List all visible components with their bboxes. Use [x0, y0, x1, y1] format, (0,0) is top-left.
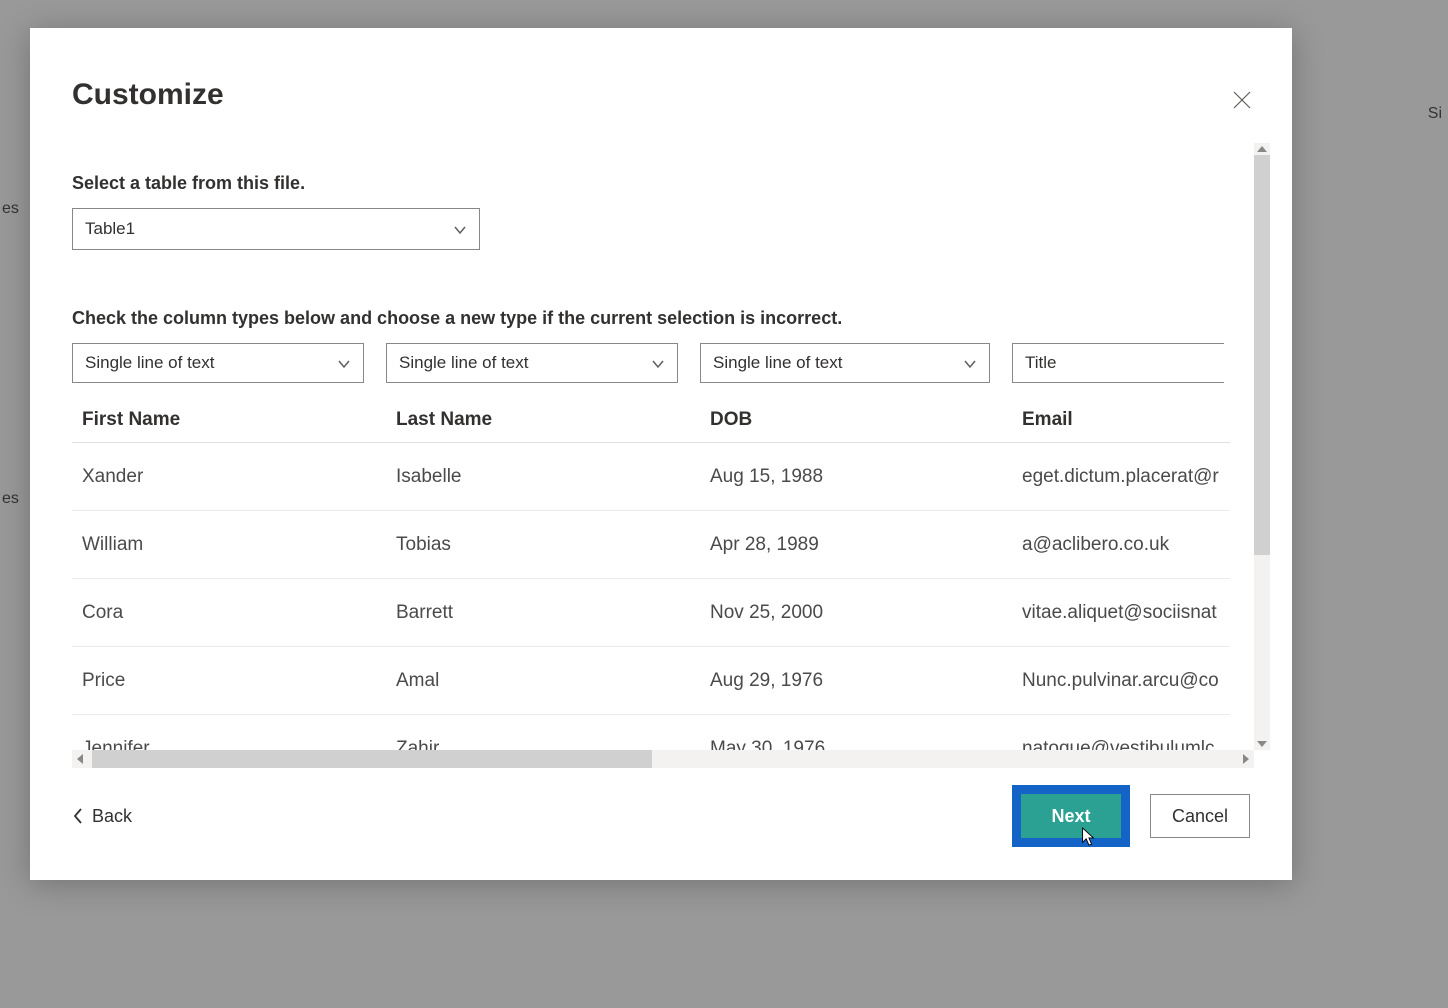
dialog-body-scroll: Select a table from this file. Table1 Ch… [72, 143, 1270, 750]
scroll-left-arrow-icon [77, 754, 83, 764]
chevron-down-icon [651, 356, 665, 370]
dialog-title: Customize [72, 78, 1250, 112]
background-text-fragment: es [2, 200, 19, 218]
column-header-email: Email [1012, 409, 1230, 431]
column-type-dropdown-2[interactable]: Single line of text [386, 343, 678, 383]
back-button-label: Back [92, 806, 132, 827]
column-type-row: Single line of text Single line of text … [72, 343, 1230, 383]
cell-first-name: Xander [72, 466, 386, 488]
cell-first-name: Jennifer [72, 738, 386, 750]
customize-dialog: Customize Select a table from this file.… [30, 28, 1292, 880]
column-header-dob: DOB [700, 409, 1012, 431]
vertical-scrollbar-thumb[interactable] [1254, 155, 1270, 555]
next-button-label: Next [1051, 806, 1090, 827]
cell-first-name: Cora [72, 602, 386, 624]
column-type-dropdown-3[interactable]: Single line of text [700, 343, 990, 383]
close-icon [1230, 88, 1254, 112]
column-type-value: Single line of text [85, 353, 214, 373]
column-header-first-name: First Name [72, 409, 386, 431]
cell-first-name: William [72, 534, 386, 556]
cell-email: Nunc.pulvinar.arcu@co [1012, 670, 1230, 692]
vertical-scrollbar[interactable] [1254, 143, 1270, 750]
cell-last-name: Amal [386, 670, 700, 692]
dialog-footer: Back Next Cancel [72, 794, 1250, 838]
cell-email: a@aclibero.co.uk [1012, 534, 1230, 556]
background-text-fragment: Si [1428, 105, 1442, 123]
horizontal-scrollbar-thumb[interactable] [92, 750, 652, 768]
cell-dob: Aug 29, 1976 [700, 670, 1012, 692]
table-row: Cora Barrett Nov 25, 2000 vitae.aliquet@… [72, 579, 1230, 647]
cell-last-name: Zahir [386, 738, 700, 750]
table-select-dropdown[interactable]: Table1 [72, 208, 480, 250]
table-header-row: First Name Last Name DOB Email [72, 397, 1230, 443]
cell-dob: May 30, 1976 [700, 738, 1012, 750]
table-select-value: Table1 [85, 219, 135, 239]
cell-email: natoque@vestibulumlc [1012, 738, 1230, 750]
chevron-left-icon [72, 807, 84, 825]
next-button-highlight: Next [1012, 785, 1130, 847]
column-type-label: Check the column types below and choose … [72, 308, 1270, 329]
cell-dob: Nov 25, 2000 [700, 602, 1012, 624]
chevron-down-icon [337, 356, 351, 370]
scroll-right-arrow-icon [1243, 754, 1249, 764]
scroll-up-arrow-icon [1257, 146, 1267, 152]
table-row: William Tobias Apr 28, 1989 a@aclibero.c… [72, 511, 1230, 579]
cell-first-name: Price [72, 670, 386, 692]
cell-dob: Aug 15, 1988 [700, 466, 1012, 488]
horizontal-scrollbar[interactable] [72, 750, 1254, 768]
cell-last-name: Isabelle [386, 466, 700, 488]
table-row: Price Amal Aug 29, 1976 Nunc.pulvinar.ar… [72, 647, 1230, 715]
cancel-button-label: Cancel [1172, 806, 1228, 827]
column-type-value: Single line of text [713, 353, 842, 373]
table-row: Jennifer Zahir May 30, 1976 natoque@vest… [72, 715, 1230, 750]
column-type-dropdown-1[interactable]: Single line of text [72, 343, 364, 383]
cell-email: eget.dictum.placerat@r [1012, 466, 1230, 488]
chevron-down-icon [963, 356, 977, 370]
column-type-value: Single line of text [399, 353, 528, 373]
preview-grid: Single line of text Single line of text … [72, 343, 1270, 750]
scroll-down-arrow-icon [1257, 741, 1267, 747]
cell-last-name: Tobias [386, 534, 700, 556]
cancel-button[interactable]: Cancel [1150, 794, 1250, 838]
table-row: Xander Isabelle Aug 15, 1988 eget.dictum… [72, 443, 1230, 511]
mouse-cursor-icon [1079, 826, 1097, 848]
column-header-last-name: Last Name [386, 409, 700, 431]
chevron-down-icon [453, 222, 467, 236]
background-text-fragment: es [2, 490, 19, 508]
back-button[interactable]: Back [72, 806, 132, 827]
cell-last-name: Barrett [386, 602, 700, 624]
cell-email: vitae.aliquet@sociisnat [1012, 602, 1230, 624]
cell-dob: Apr 28, 1989 [700, 534, 1012, 556]
column-type-value: Title [1025, 353, 1057, 373]
column-type-dropdown-4[interactable]: Title [1012, 343, 1224, 383]
close-button[interactable] [1230, 88, 1254, 112]
next-button[interactable]: Next [1021, 794, 1121, 838]
table-select-label: Select a table from this file. [72, 173, 1270, 194]
